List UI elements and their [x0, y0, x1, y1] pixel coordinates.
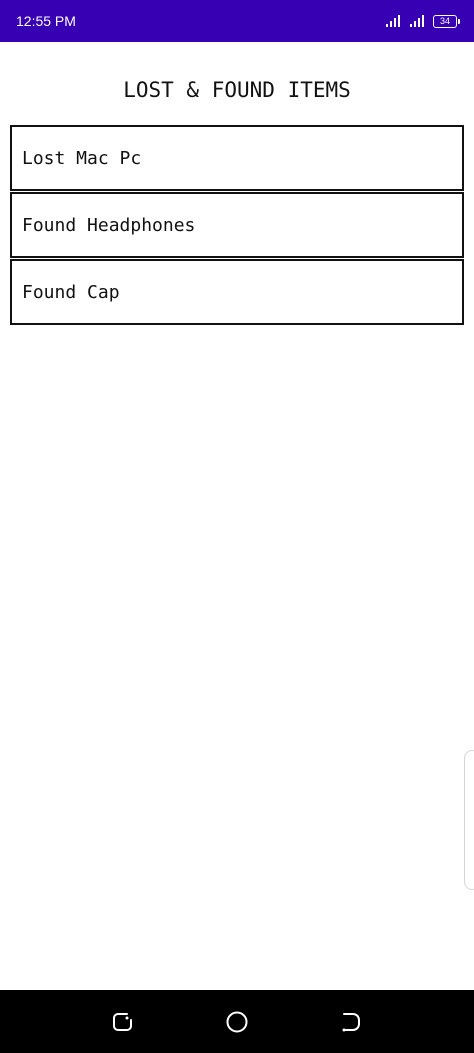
list-item-lost-mac-pc[interactable]: Lost Mac Pc [10, 125, 464, 191]
battery-icon: 34 [433, 14, 460, 28]
navigation-bar [0, 990, 474, 1053]
signal-icon [385, 14, 403, 28]
status-icons: 34 [385, 12, 460, 30]
item-list: Lost Mac Pc Found Headphones Found Cap [10, 125, 464, 326]
list-item-found-cap[interactable]: Found Cap [10, 259, 464, 325]
list-item-found-headphones[interactable]: Found Headphones [10, 192, 464, 258]
battery-level: 34 [433, 14, 457, 28]
battery-tip [458, 18, 460, 24]
status-bar: 12:55 PM 34 [0, 0, 474, 42]
edge-panel-handle[interactable] [464, 750, 474, 890]
recent-apps-icon[interactable] [110, 1009, 136, 1035]
signal-icon-2 [409, 14, 427, 28]
back-icon[interactable] [338, 1009, 364, 1035]
page-title: LOST & FOUND ITEMS [123, 78, 351, 102]
home-icon[interactable] [224, 1009, 250, 1035]
status-time: 12:55 PM [16, 13, 76, 29]
